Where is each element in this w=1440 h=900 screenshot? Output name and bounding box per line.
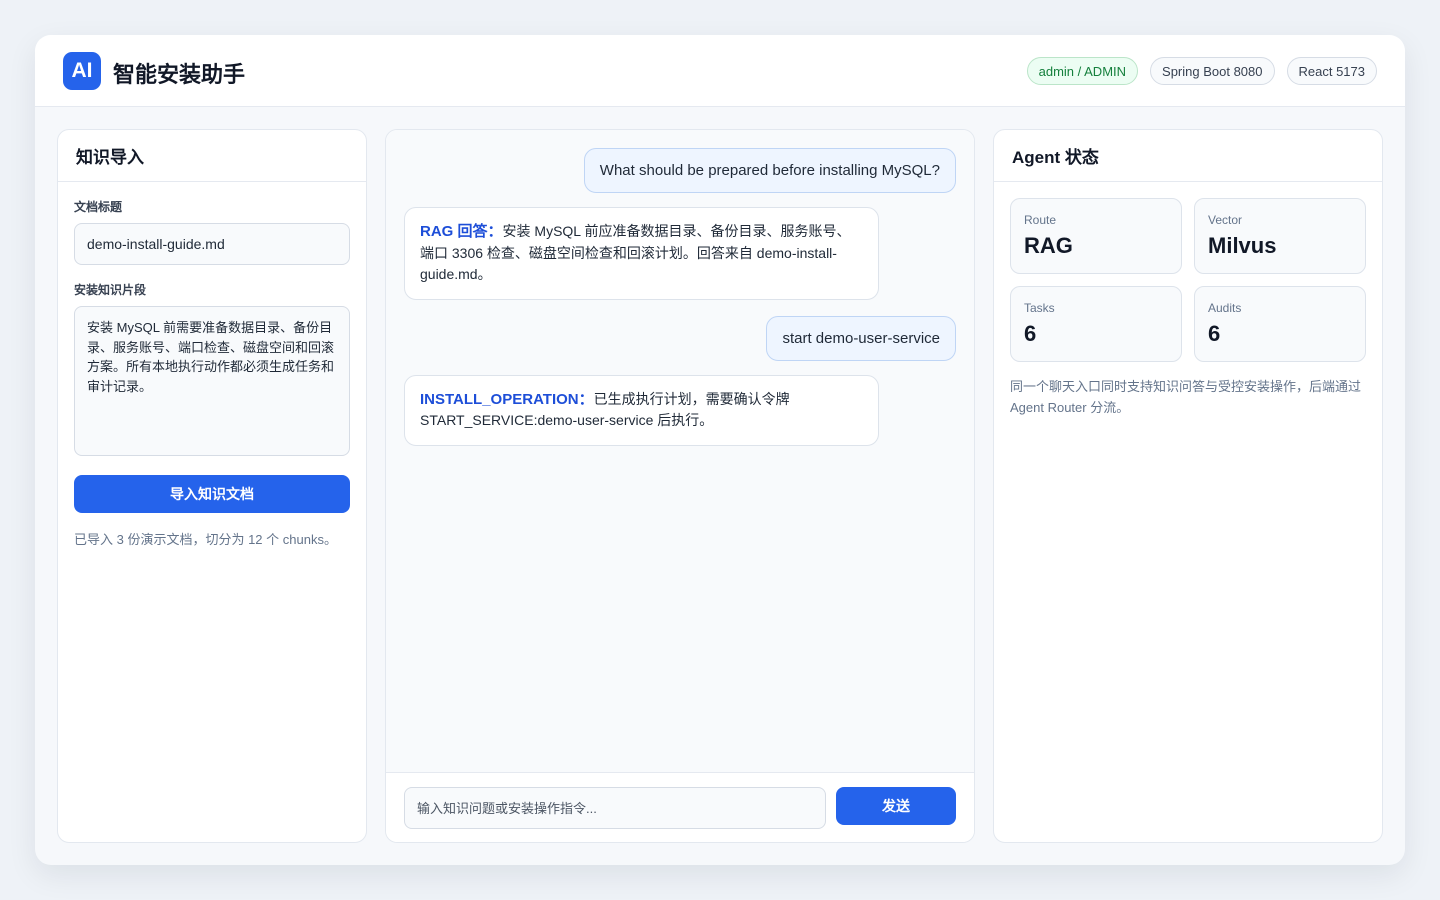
stat-value: 6 [1024, 321, 1037, 346]
chat-input-bar: 发送 [386, 772, 974, 842]
agent-router-note: 同一个聊天入口同时支持知识问答与受控安装操作，后端通过 Agent Router… [1010, 379, 1362, 415]
stat-label: Route [1024, 213, 1057, 227]
top-header: AI 智能安装助手 admin / ADMIN Spring Boot 8080… [35, 35, 1405, 107]
bot-message-tag: INSTALL_OPERATION： [420, 390, 594, 408]
knowledge-panel-title: 知识导入 [58, 130, 366, 182]
agent-panel-title: Agent 状态 [994, 130, 1382, 182]
frontend-port-badge: React 5173 [1286, 57, 1377, 85]
stats-grid: Route RAG Vector Milvus Tasks 6 Audits 6 [1010, 198, 1366, 362]
bot-message: RAG 回答：安装 MySQL 前应准备数据目录、备份目录、服务账号、端口 33… [404, 207, 879, 300]
user-role-badge: admin / ADMIN [1026, 57, 1139, 85]
backend-port-badge: Spring Boot 8080 [1150, 57, 1275, 85]
agent-status-panel: Agent 状态 Route RAG Vector Milvus Tasks 6… [993, 129, 1383, 843]
bot-message: INSTALL_OPERATION：已生成执行计划，需要确认令牌 START_S… [404, 374, 879, 446]
stat-value: 6 [1208, 321, 1221, 346]
app-title: 智能安装助手 [113, 62, 246, 87]
chat-panel: What should be prepared before installin… [385, 129, 975, 843]
chat-messages: What should be prepared before installin… [386, 130, 974, 772]
snippet-label: 安装知识片段 [74, 283, 147, 297]
stat-value: Milvus [1208, 233, 1277, 258]
stat-label: Audits [1208, 301, 1242, 315]
bot-message-tag: RAG 回答： [420, 223, 503, 240]
chat-input[interactable] [404, 787, 826, 829]
stat-value: RAG [1024, 233, 1073, 258]
knowledge-import-panel: 知识导入 文档标题 安装知识片段 安装 MySQL 前需要准备数据目录、备份目录… [57, 129, 367, 843]
import-status-text: 已导入 3 份演示文档，切分为 12 个 chunks。 [74, 532, 337, 547]
stat-card-tasks: Tasks 6 [1010, 286, 1182, 362]
user-message: start demo-user-service [766, 315, 956, 361]
user-message: What should be prepared before installin… [583, 148, 956, 193]
stat-card-vector: Vector Milvus [1194, 198, 1366, 274]
stat-label: Tasks [1024, 301, 1055, 315]
stat-card-audits: Audits 6 [1194, 286, 1366, 362]
stat-label: Vector [1208, 213, 1243, 227]
snippet-textarea[interactable]: 安装 MySQL 前需要准备数据目录、备份目录、服务账号、端口检查、磁盘空间和回… [74, 306, 350, 456]
doc-title-input[interactable] [74, 223, 350, 265]
app-logo: AI [63, 52, 101, 90]
stat-card-route: Route RAG [1010, 198, 1182, 274]
header-badges: admin / ADMIN Spring Boot 8080 React 517… [1026, 57, 1377, 85]
doc-title-label: 文档标题 [74, 200, 123, 214]
app-window: AI 智能安装助手 admin / ADMIN Spring Boot 8080… [35, 35, 1405, 865]
import-knowledge-button[interactable]: 导入知识文档 [74, 475, 350, 513]
send-button[interactable]: 发送 [836, 787, 956, 825]
